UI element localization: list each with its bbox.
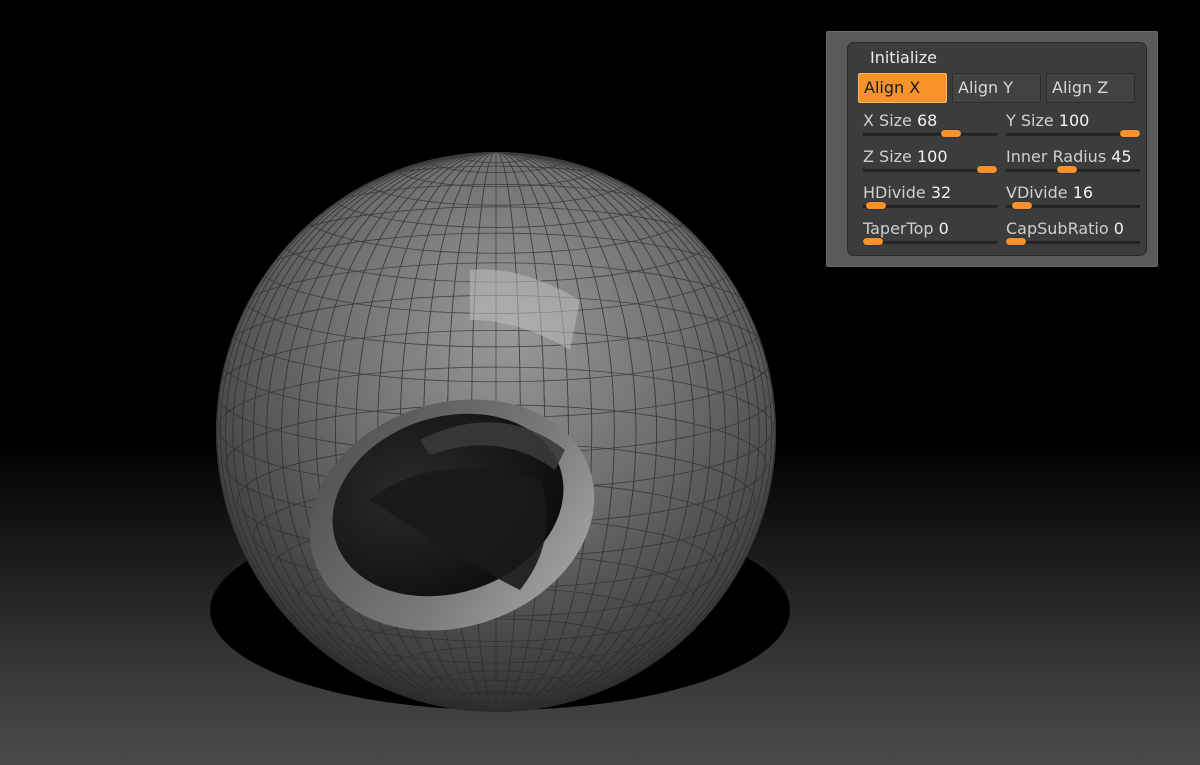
z-size-label: Z Size 100 xyxy=(863,147,948,167)
tapertop-handle[interactable] xyxy=(863,238,883,245)
vdivide-label-text: VDivide xyxy=(1006,183,1068,202)
z-size-slider[interactable]: Z Size 100 xyxy=(863,147,997,177)
inner-radius-value: 45 xyxy=(1111,147,1132,166)
align-z-button[interactable]: Align Z xyxy=(1046,73,1135,103)
y-size-label: Y Size 100 xyxy=(1006,111,1089,131)
panel-title: Initialize xyxy=(870,48,937,67)
capsubratio-track[interactable] xyxy=(1006,241,1140,244)
capsubratio-label-text: CapSubRatio xyxy=(1006,219,1109,238)
y-size-handle[interactable] xyxy=(1120,130,1140,137)
y-size-slider[interactable]: Y Size 100 xyxy=(1006,111,1140,141)
tapertop-value: 0 xyxy=(938,219,949,238)
capsubratio-label: CapSubRatio 0 xyxy=(1006,219,1124,239)
vdivide-slider[interactable]: VDivide 16 xyxy=(1006,183,1140,213)
vdivide-handle[interactable] xyxy=(1012,202,1032,209)
capsubratio-slider[interactable]: CapSubRatio 0 xyxy=(1006,219,1140,249)
hdivide-slider[interactable]: HDivide 32 xyxy=(863,183,997,213)
vdivide-label: VDivide 16 xyxy=(1006,183,1093,203)
inner-radius-label: Inner Radius 45 xyxy=(1006,147,1132,167)
tapertop-label-text: TaperTop xyxy=(863,219,934,238)
z-size-label-text: Z Size xyxy=(863,147,912,166)
x-size-track[interactable] xyxy=(863,133,997,136)
x-size-label-text: X Size xyxy=(863,111,912,130)
x-size-slider[interactable]: X Size 68 xyxy=(863,111,997,141)
x-size-handle[interactable] xyxy=(941,130,961,137)
x-size-label: X Size 68 xyxy=(863,111,937,131)
align-y-button[interactable]: Align Y xyxy=(952,73,1041,103)
tapertop-track[interactable] xyxy=(863,241,997,244)
hdivide-handle[interactable] xyxy=(866,202,886,209)
tapertop-slider[interactable]: TaperTop 0 xyxy=(863,219,997,249)
initialize-panel-body: Initialize Align X Align Y Align Z X Siz… xyxy=(847,42,1147,256)
vdivide-value: 16 xyxy=(1072,183,1094,202)
inner-radius-label-text: Inner Radius xyxy=(1006,147,1107,166)
hdivide-label-text: HDivide xyxy=(863,183,926,202)
inner-radius-slider[interactable]: Inner Radius 45 xyxy=(1006,147,1140,177)
z-size-handle[interactable] xyxy=(977,166,997,173)
capsubratio-handle[interactable] xyxy=(1006,238,1026,245)
initialize-panel: Initialize Align X Align Y Align Z X Siz… xyxy=(826,31,1158,267)
inner-radius-handle[interactable] xyxy=(1057,166,1077,173)
align-x-button[interactable]: Align X xyxy=(858,73,947,103)
z-size-value: 100 xyxy=(916,147,948,166)
hdivide-label: HDivide 32 xyxy=(863,183,951,203)
x-size-value: 68 xyxy=(916,111,938,130)
capsubratio-value: 0 xyxy=(1113,219,1124,238)
hdivide-value: 32 xyxy=(930,183,952,202)
y-size-value: 100 xyxy=(1058,111,1090,130)
y-size-label-text: Y Size xyxy=(1006,111,1054,130)
tapertop-label: TaperTop 0 xyxy=(863,219,949,239)
